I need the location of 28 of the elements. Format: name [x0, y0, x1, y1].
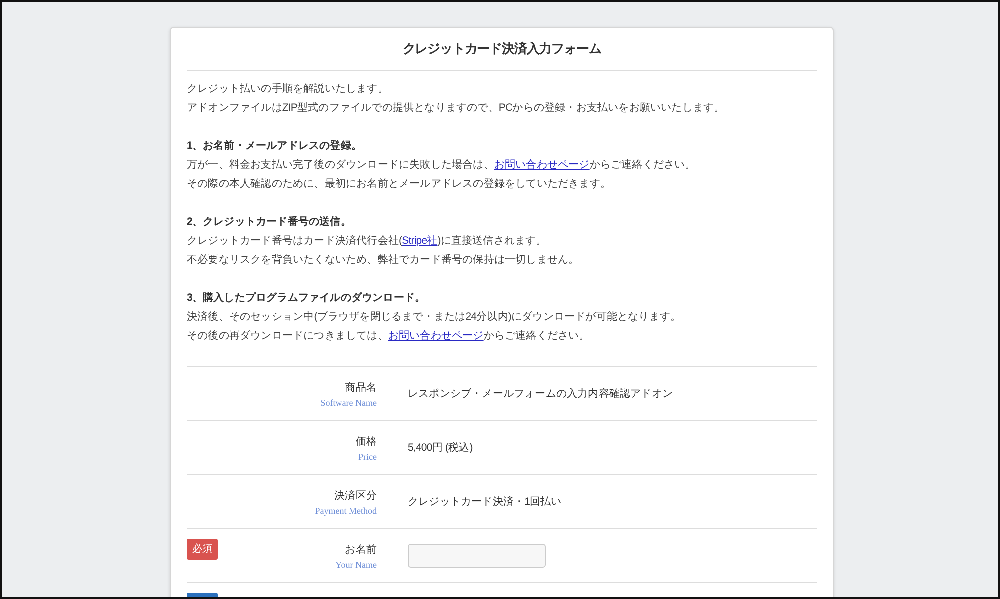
name-input-field[interactable] [408, 544, 546, 568]
step-heading: 1、お名前・メールアドレスの登録。 [187, 139, 362, 154]
field-label: 価格 [356, 435, 377, 450]
step-heading: 2、クレジットカード番号の送信。 [187, 215, 352, 230]
step-text: その後の再ダウンロードにつきましては、お問い合わせページからご連絡ください。 [187, 329, 590, 344]
text-link[interactable]: お問い合わせページ [388, 330, 484, 342]
field-sublabel: Software Name [320, 398, 377, 408]
field-label: 商品名 [345, 381, 377, 396]
step-heading: 3、購入したプログラムファイルのダウンロード。 [187, 291, 426, 306]
form-title: クレジットカード決済入力フォーム [402, 40, 602, 58]
step-text: その際の本人確認のために、最初にお名前とメールアドレスの登録をしていただきます。 [187, 177, 612, 192]
text-link[interactable]: Stripe社 [402, 235, 438, 247]
field-value: 5,400円 (税込) [408, 440, 473, 456]
intro-text: アドオンファイルはZIP型式のファイルでの提供となりますので、PCからの登録・お支払いをお願いいたします。 [187, 101, 725, 116]
field-badge: 必須 [187, 539, 218, 560]
intro-text: クレジット払いの手順を解説いたします。 [187, 82, 388, 97]
field-label: 決済区分 [334, 489, 377, 504]
step-text: クレジットカード番号はカード決済代行会社(Stripe社)に直接送信されます。 [187, 234, 547, 249]
field-sublabel: Price [358, 452, 377, 462]
step-text: 万が一、料金お支払い完了後のダウンロードに失敗した場合は、お問い合わせページからご連絡ください。 [187, 158, 696, 173]
field-value: レスポンシブ・メールフォームの入力内容確認アドオン [408, 386, 674, 402]
field-sublabel: Your Name [336, 560, 377, 570]
step-text: 不必要なリスクを背負いたくないため、弊社でカード番号の保持は一切しません。 [187, 253, 580, 268]
field-label: お名前 [345, 543, 377, 558]
text-link[interactable]: お問い合わせページ [494, 159, 590, 171]
field-value: クレジットカード決済・1回払い [408, 494, 562, 510]
field-sublabel: Payment Method [315, 506, 377, 516]
step-text: 決済後、そのセッション中(ブラウザを閉じるまで・または24分以内)にダウンロードが可能となります。 [187, 310, 682, 325]
